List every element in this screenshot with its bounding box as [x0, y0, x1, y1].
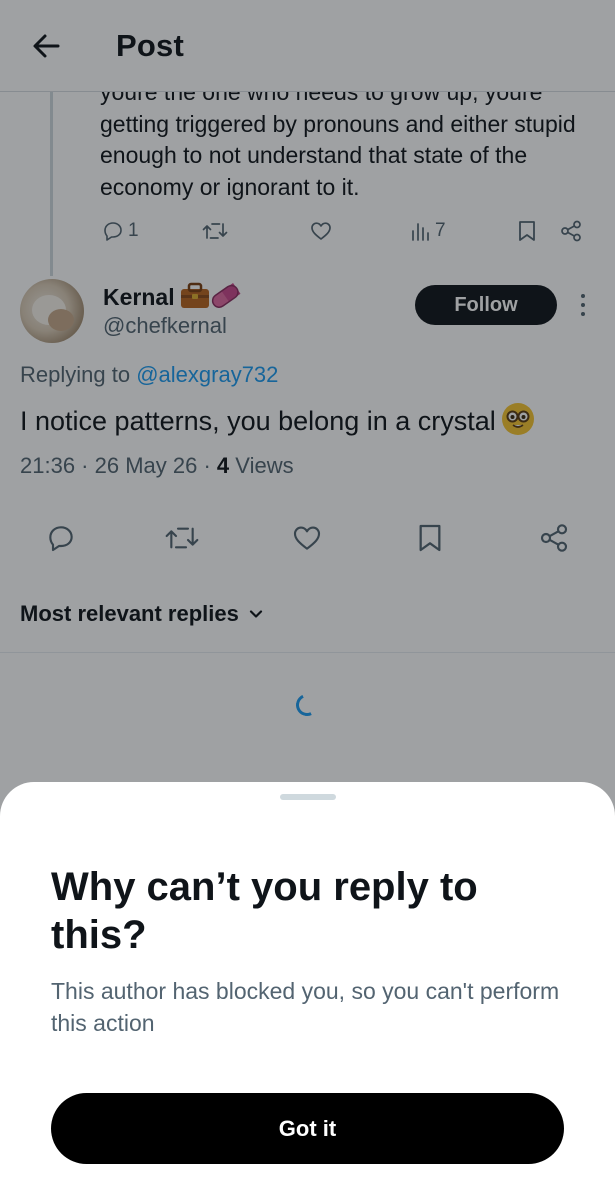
sheet-drag-handle[interactable]	[280, 794, 336, 800]
got-it-button[interactable]: Got it	[51, 1093, 564, 1164]
bottom-sheet: Why can’t you reply to this? This author…	[0, 782, 615, 1200]
sheet-title: Why can’t you reply to this?	[51, 865, 478, 957]
sheet-message: This author has blocked you, so you can'…	[51, 978, 560, 1036]
